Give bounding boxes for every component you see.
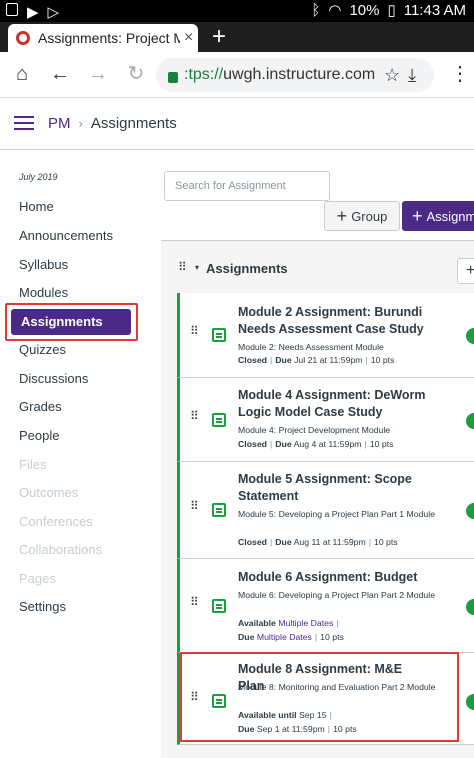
- drag-handle-icon[interactable]: ⠿: [190, 500, 199, 512]
- assignment-module: Module 5: Developing a Project Plan Part…: [238, 509, 436, 519]
- drag-handle-icon[interactable]: ⠿: [190, 596, 199, 608]
- plus-icon: +: [336, 205, 348, 226]
- back-icon[interactable]: ←: [48, 62, 72, 86]
- nav-conferences: Conferences: [19, 514, 93, 529]
- nav-discussions[interactable]: Discussions: [19, 371, 88, 386]
- nav-files: Files: [19, 457, 47, 472]
- published-icon[interactable]: [466, 694, 474, 710]
- menu-icon[interactable]: ⋮: [448, 62, 472, 86]
- add-assignment-label: Assignm: [426, 208, 474, 224]
- assignment-details: Closed | Due Aug 11 at 11:59pm | 10 pts: [238, 537, 398, 547]
- new-tab-button[interactable]: +: [212, 23, 226, 51]
- nav-assignments[interactable]: Assignments: [11, 309, 131, 335]
- play-icon: ▶: [27, 4, 39, 21]
- hamburger-icon[interactable]: [14, 116, 34, 130]
- assignment-details: Closed | Due Jul 21 at 11:59pm | 10 pts: [238, 355, 395, 365]
- assignment-module: Module 2: Needs Assessment Module: [238, 342, 384, 352]
- play-store-icon: ▷: [47, 4, 60, 21]
- url-field[interactable]: :tps://uwgh.instructure.com ☆ ⤓: [156, 58, 434, 92]
- assignment-icon: [212, 413, 226, 427]
- drag-handle-icon[interactable]: ⠿: [178, 261, 187, 273]
- breadcrumb-current: Assignments: [90, 115, 177, 132]
- drag-handle-icon[interactable]: ⠿: [190, 410, 199, 422]
- notification-icons: ▶ ▷: [6, 3, 59, 21]
- nav-home[interactable]: Home: [19, 199, 54, 214]
- nav-pages: Pages: [19, 571, 56, 586]
- battery-level: 10%: [349, 2, 380, 19]
- lock-icon: [168, 71, 178, 83]
- add-to-group-button[interactable]: +: [457, 258, 474, 284]
- wifi-icon: ◠: [328, 2, 342, 19]
- published-icon[interactable]: [466, 599, 474, 615]
- plus-icon: +: [412, 205, 423, 226]
- nav-outcomes: Outcomes: [19, 485, 79, 500]
- tab-title: Assignments: Project Me: [38, 30, 180, 46]
- nav-modules[interactable]: Modules: [19, 285, 68, 300]
- add-group-button[interactable]: + Group: [324, 201, 400, 231]
- assignment-icon: [212, 599, 226, 613]
- assignment-group-header[interactable]: ⠿ ▾ Assignments +: [161, 241, 474, 294]
- annotation-highlight-box: [180, 652, 459, 742]
- clock: 11:43 AM: [403, 2, 466, 19]
- nav-quizzes[interactable]: Quizzes: [19, 342, 66, 357]
- assignment-title[interactable]: Module 5 Assignment: Scope Statement: [238, 471, 428, 505]
- close-tab-icon[interactable]: ×: [184, 29, 193, 47]
- gallery-icon: [6, 3, 18, 16]
- nav-people[interactable]: People: [19, 428, 59, 443]
- canvas-favicon-icon: [16, 31, 30, 45]
- assignment-title[interactable]: Module 2 Assignment: Burundi Needs Asses…: [238, 304, 428, 338]
- drag-handle-icon[interactable]: ⠿: [190, 325, 199, 337]
- address-bar: ⌂ ← → ↻ :tps://uwgh.instructure.com ☆ ⤓ …: [0, 52, 474, 98]
- download-icon[interactable]: ⤓: [408, 65, 416, 86]
- reload-icon[interactable]: ↻: [124, 62, 148, 86]
- nav-grades[interactable]: Grades: [19, 399, 62, 414]
- battery-icon: ▯: [387, 2, 396, 19]
- assignment-availability: Available Multiple Dates |: [238, 618, 339, 628]
- collapse-caret-icon[interactable]: ▾: [195, 263, 199, 272]
- assignment-row[interactable]: ⠿ Module 6 Assignment: Budget Module 6: …: [177, 559, 474, 653]
- add-assignment-button[interactable]: + Assignm: [402, 201, 474, 231]
- star-icon[interactable]: ☆: [384, 65, 400, 86]
- term-label: July 2019: [19, 172, 58, 182]
- assignment-icon: [212, 328, 226, 342]
- course-header: PM › Assignments: [0, 98, 474, 150]
- assignment-row[interactable]: ⠿ Module 5 Assignment: Scope Statement M…: [177, 462, 474, 559]
- assignment-row[interactable]: ⠿ Module 4 Assignment: DeWorm Logic Mode…: [177, 378, 474, 462]
- url-text: :tps://uwgh.instructure.com: [184, 66, 376, 83]
- nav-syllabus[interactable]: Syllabus: [19, 257, 68, 272]
- nav-collaborations: Collaborations: [19, 542, 103, 557]
- published-icon[interactable]: [466, 413, 474, 429]
- published-icon[interactable]: [466, 328, 474, 344]
- assignment-details: Closed | Due Aug 4 at 11:59pm | 10 pts: [238, 439, 394, 449]
- home-icon[interactable]: ⌂: [10, 62, 34, 86]
- breadcrumb-course-link[interactable]: PM: [48, 115, 71, 132]
- published-icon[interactable]: [466, 503, 474, 519]
- search-input[interactable]: Search for Assignment: [164, 171, 330, 201]
- assignment-title[interactable]: Module 6 Assignment: Budget: [238, 569, 428, 586]
- add-group-label: Group: [351, 208, 388, 224]
- nav-assignments-highlight: Assignments: [5, 303, 138, 341]
- bluetooth-icon: ᛒ: [311, 2, 321, 19]
- nav-announcements[interactable]: Announcements: [19, 228, 113, 243]
- assignment-module: Module 4: Project Development Module: [238, 425, 391, 435]
- assignment-group-title: Assignments: [206, 261, 288, 276]
- assignment-title[interactable]: Module 4 Assignment: DeWorm Logic Model …: [238, 387, 428, 421]
- nav-settings[interactable]: Settings: [19, 599, 66, 614]
- assignment-module: Module 6: Developing a Project Plan Part…: [238, 590, 436, 600]
- status-bar: ▶ ▷ ᛒ ◠ 10% ▯ 11:43 AM: [0, 0, 474, 22]
- assignment-details: Due Multiple Dates | 10 pts: [238, 632, 344, 642]
- assignment-row[interactable]: ⠿ Module 2 Assignment: Burundi Needs Ass…: [177, 293, 474, 378]
- browser-tab[interactable]: Assignments: Project Me ×: [8, 24, 198, 52]
- assignment-icon: [212, 503, 226, 517]
- tab-strip: Assignments: Project Me × +: [0, 22, 474, 52]
- breadcrumb: PM › Assignments: [48, 115, 177, 132]
- breadcrumb-separator-icon: ›: [78, 116, 83, 131]
- forward-icon[interactable]: →: [86, 62, 110, 86]
